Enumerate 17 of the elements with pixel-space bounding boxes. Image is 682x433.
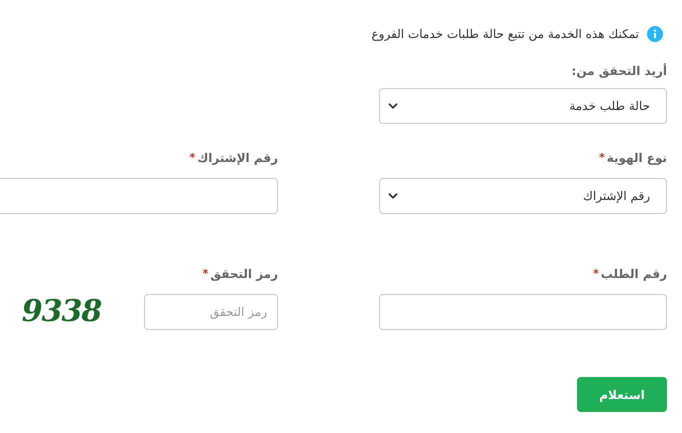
required-mark: * <box>190 151 196 164</box>
field-label: رقم الطلب <box>600 267 667 281</box>
field-label: رقم الإشتراك <box>197 151 278 165</box>
required-mark: * <box>598 151 605 164</box>
verify-type-select[interactable]: حالة طلب خدمة <box>379 88 667 124</box>
field-label: أريد التحقق من: <box>572 64 667 78</box>
input-field[interactable] <box>0 178 278 214</box>
field-label: نوع الهوية <box>606 151 667 165</box>
captcha-code: 9338 <box>20 297 102 327</box>
required-mark: * <box>202 267 208 280</box>
identity-type-select[interactable]: رقم الإشتراك <box>379 178 667 214</box>
info-icon <box>647 26 663 42</box>
field-label: رمز التحقق <box>210 267 278 281</box>
captcha-field[interactable]: رمز التحقق <box>144 294 278 330</box>
required-mark: * <box>592 267 599 280</box>
input-field[interactable] <box>379 294 667 330</box>
info-text: تمكنك هذه الخدمة من تتبع حالة طلبات خدمات الفروع <box>372 27 639 41</box>
